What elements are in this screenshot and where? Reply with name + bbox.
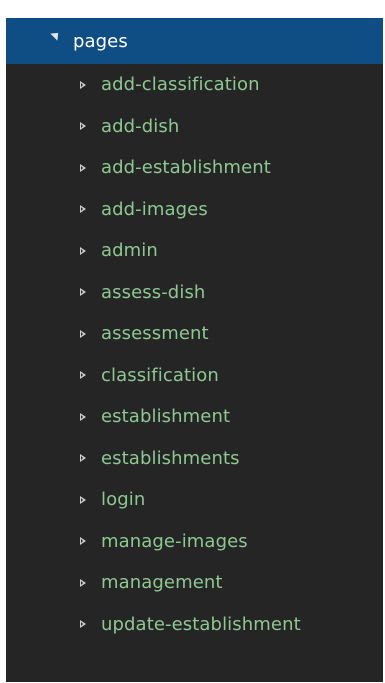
tree-folder-classification[interactable]: classification bbox=[6, 355, 383, 397]
tree-folder-assessment[interactable]: assessment bbox=[6, 313, 383, 355]
tree-folder-assess-dish[interactable]: assess-dish bbox=[6, 272, 383, 314]
tree-folder-login[interactable]: login bbox=[6, 479, 383, 521]
collapsed-triangle-icon[interactable] bbox=[80, 371, 86, 380]
folder-label-pages: pages bbox=[73, 30, 128, 52]
tree-folder-manage-images[interactable]: manage-images bbox=[6, 521, 383, 563]
collapsed-triangle-icon[interactable] bbox=[80, 578, 86, 587]
folder-label: manage-images bbox=[101, 530, 248, 552]
folder-label: establishments bbox=[101, 447, 240, 469]
folder-label: update-establishment bbox=[101, 613, 301, 635]
collapsed-triangle-icon[interactable] bbox=[80, 246, 86, 255]
folder-label: establishment bbox=[101, 406, 231, 428]
collapsed-triangle-icon[interactable] bbox=[80, 80, 86, 89]
folder-label: management bbox=[101, 572, 223, 594]
tree-folder-admin[interactable]: admin bbox=[6, 230, 383, 272]
folder-label: assess-dish bbox=[101, 281, 206, 303]
collapsed-triangle-icon[interactable] bbox=[80, 205, 86, 214]
collapsed-triangle-icon[interactable] bbox=[80, 412, 86, 421]
folder-label: classification bbox=[101, 364, 219, 386]
tree-folder-add-classification[interactable]: add-classification bbox=[6, 64, 383, 106]
tree-folder-add-dish[interactable]: add-dish bbox=[6, 106, 383, 148]
tree-folder-management[interactable]: management bbox=[6, 562, 383, 604]
file-explorer-tree: pages add-classification add-dish add-es… bbox=[6, 18, 383, 682]
tree-folder-pages[interactable]: pages bbox=[6, 18, 383, 64]
tree-folder-add-establishment[interactable]: add-establishment bbox=[6, 147, 383, 189]
tree-folder-establishment[interactable]: establishment bbox=[6, 396, 383, 438]
folder-label: add-classification bbox=[101, 74, 260, 96]
folder-label: add-establishment bbox=[101, 157, 271, 179]
collapsed-triangle-icon[interactable] bbox=[80, 537, 86, 546]
expanded-triangle-icon[interactable] bbox=[50, 29, 62, 41]
tree-folder-update-establishment[interactable]: update-establishment bbox=[6, 604, 383, 646]
tree-folder-add-images[interactable]: add-images bbox=[6, 189, 383, 231]
collapsed-triangle-icon[interactable] bbox=[80, 454, 86, 463]
folder-label: add-images bbox=[101, 198, 208, 220]
folder-label: admin bbox=[101, 240, 158, 262]
collapsed-triangle-icon[interactable] bbox=[80, 122, 86, 131]
collapsed-triangle-icon[interactable] bbox=[80, 329, 86, 338]
collapsed-triangle-icon[interactable] bbox=[80, 163, 86, 172]
folder-label: add-dish bbox=[101, 115, 180, 137]
folder-label: assessment bbox=[101, 323, 209, 345]
collapsed-triangle-icon[interactable] bbox=[80, 620, 86, 629]
folder-label: login bbox=[101, 489, 146, 511]
collapsed-triangle-icon[interactable] bbox=[80, 495, 86, 504]
collapsed-triangle-icon[interactable] bbox=[80, 288, 86, 297]
tree-folder-establishments[interactable]: establishments bbox=[6, 438, 383, 480]
